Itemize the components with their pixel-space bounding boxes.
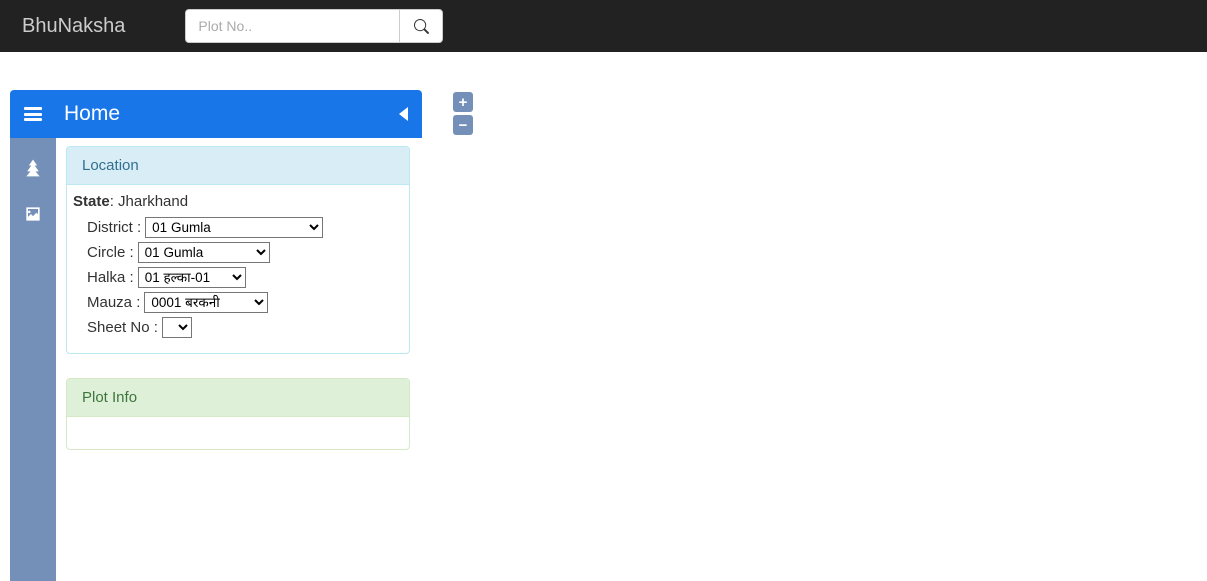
image-icon[interactable]: [10, 194, 56, 234]
state-value: Jharkhand: [118, 193, 188, 210]
halka-label: Halka :: [87, 266, 134, 289]
plotinfo-body: [67, 417, 409, 449]
main-area: Home Location State: Jharkhand District …: [0, 52, 1207, 90]
search-button[interactable]: [399, 9, 443, 43]
collapse-left-icon[interactable]: [399, 107, 408, 121]
home-header: Home: [10, 90, 422, 138]
plotinfo-heading: Plot Info: [67, 379, 409, 417]
district-label: District :: [87, 216, 141, 239]
search-icon: [414, 19, 429, 34]
mauza-label: Mauza :: [87, 291, 140, 314]
zoom-in-button[interactable]: +: [453, 92, 473, 112]
content-area: Location State: Jharkhand District : 01 …: [66, 146, 410, 474]
state-label: State: [73, 193, 110, 210]
zoom-out-button[interactable]: −: [453, 115, 473, 135]
halka-select[interactable]: 01 हल्का-01: [138, 267, 246, 288]
search-group: [185, 9, 443, 43]
menu-icon[interactable]: [24, 107, 42, 121]
state-line: State: Jharkhand: [71, 193, 405, 210]
sheet-label: Sheet No :: [87, 316, 158, 339]
sidebar: [10, 138, 56, 581]
district-select[interactable]: 01 Gumla: [145, 217, 323, 238]
location-panel: Location State: Jharkhand District : 01 …: [66, 146, 410, 354]
sheet-select[interactable]: [162, 317, 192, 338]
plot-search-input[interactable]: [185, 9, 399, 43]
mauza-select[interactable]: 0001 बरकनी: [144, 292, 268, 313]
zoom-controls: + −: [453, 92, 473, 138]
circle-label: Circle :: [87, 241, 134, 264]
brand-title: BhuNaksha: [22, 15, 125, 38]
circle-select[interactable]: 01 Gumla: [138, 242, 270, 263]
location-heading: Location: [67, 147, 409, 185]
page-title: Home: [64, 102, 399, 126]
location-body: State: Jharkhand District : 01 Gumla Cir…: [67, 185, 409, 353]
navbar: BhuNaksha: [0, 0, 1207, 52]
tree-icon[interactable]: [10, 148, 56, 188]
plotinfo-panel: Plot Info: [66, 378, 410, 450]
